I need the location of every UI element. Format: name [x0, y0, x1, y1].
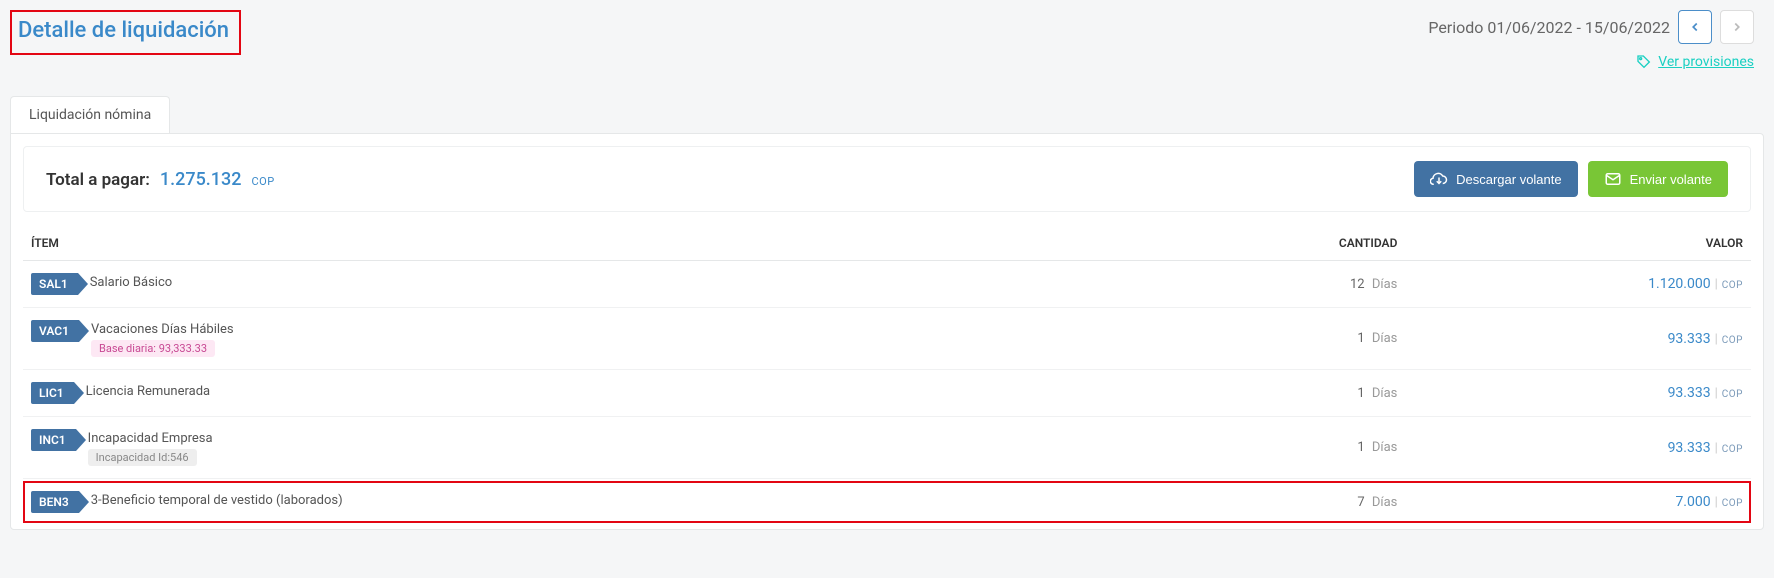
value-amount: 7.000	[1675, 494, 1710, 510]
incapacidad-id-badge: Incapacidad Id:546	[88, 449, 197, 466]
item-name: Licencia Remunerada	[86, 384, 210, 399]
qty-unit: Días	[1372, 277, 1398, 292]
value-amount: 93.333	[1668, 331, 1711, 347]
value-amount: 93.333	[1668, 385, 1711, 401]
qty-unit: Días	[1372, 331, 1398, 346]
qty-value: 1	[1357, 331, 1364, 346]
qty-value: 1	[1357, 440, 1364, 455]
value-currency: COP	[1722, 498, 1743, 509]
cloud-download-icon	[1430, 170, 1448, 188]
item-code-tag: SAL1	[31, 273, 78, 295]
top-bar: Detalle de liquidación Periodo 01/06/202…	[10, 0, 1764, 76]
qty-unit: Días	[1372, 495, 1398, 510]
item-name: 3-Beneficio temporal de vestido (laborad…	[91, 493, 343, 508]
item-name: Vacaciones Días Hábiles	[91, 322, 234, 337]
item-name: Salario Básico	[90, 275, 173, 290]
mail-icon	[1604, 170, 1622, 188]
col-value: VALOR	[1405, 226, 1751, 261]
item-code-tag: INC1	[31, 429, 76, 451]
table-row: SAL1Salario Básico12 Días1.120.000|COP	[23, 261, 1751, 308]
col-item: ÍTEM	[23, 226, 1060, 261]
view-provisions-link[interactable]: Ver provisiones	[1636, 54, 1754, 70]
total-row: Total a pagar: 1.275.132 COP Descargar v…	[23, 146, 1751, 212]
qty-value: 12	[1350, 277, 1365, 292]
qty-value: 7	[1357, 495, 1364, 510]
item-code-tag: BEN3	[31, 491, 79, 513]
item-name: Incapacidad Empresa	[88, 431, 213, 446]
page-title: Detalle de liquidación	[18, 18, 229, 43]
value-currency: COP	[1722, 335, 1743, 346]
chevron-left-icon	[1688, 20, 1702, 34]
qty-unit: Días	[1372, 440, 1398, 455]
table-row: BEN3 3-Beneficio temporal de vestido (lab…	[23, 479, 1751, 526]
value-currency: COP	[1722, 444, 1743, 455]
qty-value: 1	[1357, 386, 1364, 401]
total-amount: 1.275.132	[160, 169, 242, 190]
prev-period-button[interactable]	[1678, 10, 1712, 44]
base-diaria-badge: Base diaria: 93,333.33	[91, 340, 215, 357]
value-amount: 93.333	[1668, 440, 1711, 456]
period-label: Periodo 01/06/2022 - 15/06/2022	[1428, 18, 1670, 37]
col-qty: CANTIDAD	[1060, 226, 1406, 261]
total-label: Total a pagar:	[46, 170, 150, 190]
total-currency: COP	[252, 175, 275, 188]
value-currency: COP	[1722, 280, 1743, 291]
tab-liquidacion-nomina[interactable]: Liquidación nómina	[10, 96, 170, 133]
items-table: ÍTEM CANTIDAD VALOR SAL1 Salario Básico 12…	[23, 226, 1751, 525]
qty-unit: Días	[1372, 386, 1398, 401]
item-code-tag: VAC1	[31, 320, 79, 342]
value-currency: COP	[1722, 389, 1743, 400]
item-code-tag: LIC1	[31, 382, 74, 404]
panel: Total a pagar: 1.275.132 COP Descargar v…	[10, 133, 1764, 530]
title-highlight: Detalle de liquidación	[10, 10, 241, 55]
download-voucher-button[interactable]: Descargar volante	[1414, 161, 1578, 197]
tag-icon	[1636, 54, 1652, 70]
table-row: INC1 Incapacidad Empresa Incapacidad Id:54…	[23, 417, 1751, 479]
send-voucher-button[interactable]: Enviar volante	[1588, 161, 1728, 197]
tabs: Liquidación nómina	[10, 96, 1764, 133]
value-amount: 1.120.000	[1648, 276, 1710, 292]
table-row: LIC1Licencia Remunerada1 Días93.333|COP	[23, 370, 1751, 417]
next-period-button[interactable]	[1720, 10, 1754, 44]
chevron-right-icon	[1730, 20, 1744, 34]
period-navigator: Periodo 01/06/2022 - 15/06/2022	[1428, 10, 1754, 44]
table-row: VAC1 Vacaciones Días Hábiles Base diaria: …	[23, 308, 1751, 370]
